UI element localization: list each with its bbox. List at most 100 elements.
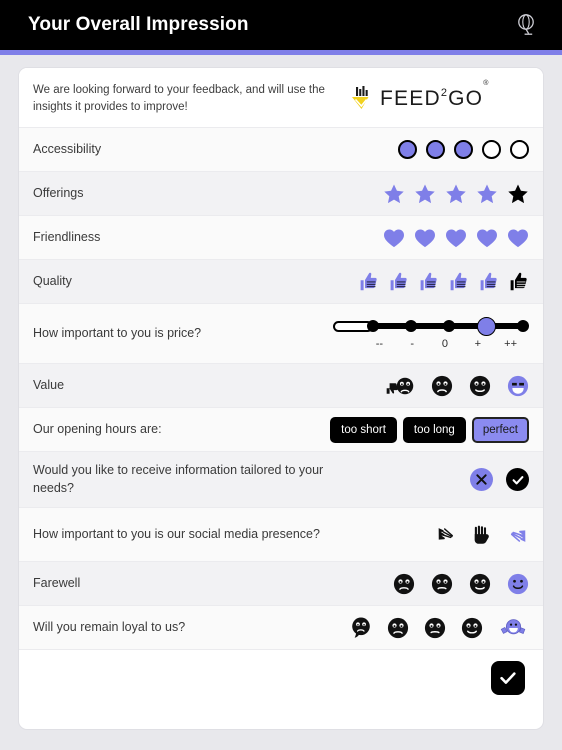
slider-knob-3[interactable] xyxy=(443,320,455,333)
card-container: We are looking forward to your feedback,… xyxy=(0,55,562,750)
face-crying-option-1[interactable] xyxy=(350,617,372,639)
price-slider-control: -- - 0 + ++ xyxy=(333,304,529,363)
face-sad-option-1[interactable] xyxy=(393,573,415,595)
row-label: How important to you is our social media… xyxy=(33,527,320,542)
intro-section: We are looking forward to your feedback,… xyxy=(19,68,543,128)
circle-option-1[interactable] xyxy=(398,140,417,160)
logo-superscript: 2 xyxy=(440,86,449,99)
slider-knob-1[interactable] xyxy=(367,320,379,333)
face-sad-option-2[interactable] xyxy=(387,617,409,639)
heart-option-2[interactable] xyxy=(414,228,436,248)
row-label: Farewell xyxy=(33,576,81,591)
loyalty-face-control xyxy=(350,610,529,646)
thumbs-up-option-1[interactable] xyxy=(358,271,379,292)
slider-knob-5[interactable] xyxy=(517,320,529,333)
heart-option-3[interactable] xyxy=(445,228,467,248)
face-neutral-option-3[interactable] xyxy=(469,375,491,397)
slider-tick-1: -- xyxy=(375,338,384,351)
circle-option-5[interactable] xyxy=(510,140,529,160)
row-label: Accessibility xyxy=(33,142,102,157)
close-icon xyxy=(476,474,487,485)
face-happy-option-4-selected[interactable] xyxy=(507,375,529,397)
face-celebrating-option-5-selected[interactable] xyxy=(498,617,529,639)
survey-row-quality: Quality xyxy=(19,259,543,304)
logo-wordmark: FEED 2 GO ® xyxy=(380,80,490,111)
globe-icon[interactable] xyxy=(510,8,544,42)
survey-row-farewell: Farewell xyxy=(19,561,543,606)
heart-option-4[interactable] xyxy=(476,228,498,248)
survey-row-friendliness: Friendliness xyxy=(19,215,543,260)
yes-no-control xyxy=(470,461,529,498)
star-option-2[interactable] xyxy=(414,183,436,205)
heart-option-5[interactable] xyxy=(507,228,529,248)
face-smiling-option-4[interactable] xyxy=(461,617,483,639)
circle-option-4[interactable] xyxy=(482,140,501,160)
face-slightly-sad-option-3[interactable] xyxy=(424,617,446,639)
logo-word-go: GO xyxy=(448,86,484,110)
option-too-long[interactable]: too long xyxy=(402,416,466,443)
circle-rating-control xyxy=(398,133,529,166)
star-rating-control xyxy=(383,176,529,212)
thumbs-up-option-4[interactable] xyxy=(448,271,469,292)
survey-row-loyalty: Will you remain loyal to us? xyxy=(19,605,543,650)
circle-option-2[interactable] xyxy=(426,140,445,160)
survey-rows: Accessibility Offerings Friendliness Qua… xyxy=(19,127,543,729)
survey-row-price: How important to you is price? -- - 0 + … xyxy=(19,303,543,364)
star-option-5[interactable] xyxy=(507,183,529,205)
slider-tick-4: + xyxy=(474,338,481,351)
survey-row-social-media: How important to you is our social media… xyxy=(19,507,543,562)
hand-rating-control xyxy=(435,517,529,553)
star-option-1[interactable] xyxy=(383,183,405,205)
app-header: Your Overall Impression xyxy=(0,0,562,50)
circle-option-3[interactable] xyxy=(454,140,473,160)
face-slightly-sad-option-2[interactable] xyxy=(431,573,453,595)
thumbs-up-option-3[interactable] xyxy=(418,271,439,292)
slider-track[interactable] xyxy=(333,316,529,336)
row-label: Will you remain loyal to us? xyxy=(33,620,186,635)
thumbs-down-icon-option-1[interactable] xyxy=(435,524,457,546)
slider-tick-3: 0 xyxy=(441,338,449,351)
face-neutral-option-3[interactable] xyxy=(469,573,491,595)
survey-row-opening-hours: Our opening hours are: too short too lon… xyxy=(19,407,543,452)
survey-footer xyxy=(19,649,543,706)
logo-heart-icon xyxy=(348,85,375,112)
star-option-3[interactable] xyxy=(445,183,467,205)
survey-row-value: Value xyxy=(19,363,543,408)
face-smiling-option-4-selected[interactable] xyxy=(507,573,529,595)
face-sad-option-2[interactable] xyxy=(431,375,453,397)
thumbs-up-option-6[interactable] xyxy=(508,271,529,292)
no-button-selected[interactable] xyxy=(470,468,493,492)
intro-text: We are looking forward to your feedback,… xyxy=(33,84,325,113)
heart-option-1[interactable] xyxy=(383,228,405,248)
thumbs-up-option-5[interactable] xyxy=(478,271,499,292)
yes-button[interactable] xyxy=(506,468,529,492)
check-icon xyxy=(512,475,523,485)
opening-hours-control: too short too long perfect xyxy=(330,410,529,450)
slider-knob-4-selected[interactable] xyxy=(477,316,496,336)
star-option-4[interactable] xyxy=(476,183,498,205)
row-label: Quality xyxy=(33,274,72,289)
logo-registered-mark: ® xyxy=(483,79,490,87)
option-perfect-selected[interactable]: perfect xyxy=(471,416,529,443)
option-too-short[interactable]: too short xyxy=(330,416,397,443)
feed2go-logo: FEED 2 GO ® xyxy=(348,80,492,112)
flat-hand-icon-option-2[interactable] xyxy=(471,524,493,546)
slider-knob-2[interactable] xyxy=(405,320,417,333)
face-very-sad-option-1[interactable] xyxy=(384,375,415,397)
heart-rating-control xyxy=(383,221,529,255)
logo-word-feed: FEED xyxy=(380,86,441,110)
check-icon xyxy=(500,672,516,684)
slider-tick-2: - xyxy=(410,338,415,351)
survey-row-accessibility: Accessibility xyxy=(19,127,543,172)
row-label: How important to you is price? xyxy=(33,326,202,341)
submit-button[interactable] xyxy=(491,660,525,695)
page-title: Your Overall Impression xyxy=(28,14,249,35)
row-label: Would you like to receive information ta… xyxy=(33,463,324,495)
thumbs-up-icon-option-3-selected[interactable] xyxy=(507,524,529,546)
thumbs-up-option-2[interactable] xyxy=(388,271,409,292)
slider[interactable]: -- - 0 + ++ xyxy=(333,311,529,356)
value-face-control xyxy=(384,368,529,404)
row-label: Our opening hours are: xyxy=(33,422,162,437)
thumbs-rating-control xyxy=(358,264,529,299)
feedback-survey-page: Your Overall Impression We are looking f… xyxy=(0,0,562,750)
